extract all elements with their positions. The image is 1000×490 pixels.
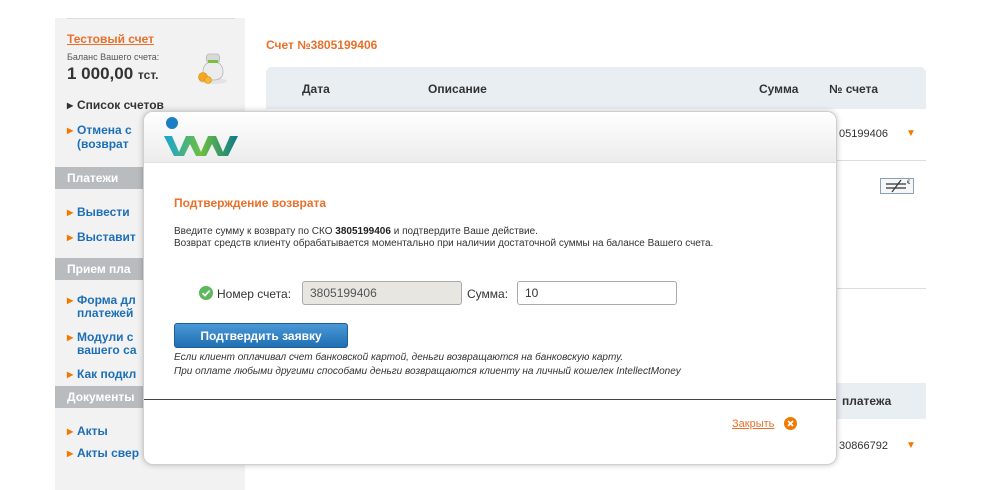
arrow-right-icon: ▶ <box>67 427 74 436</box>
refund-account-number: 3805199406 <box>335 226 391 237</box>
sidebar-item-cancel[interactable]: ▶ Отмена с <box>67 123 132 137</box>
caret-down-icon[interactable]: ▼ <box>906 128 916 139</box>
modal-description: Введите сумму к возврату по СКО 38051994… <box>174 226 714 249</box>
row2-account-number: 30866792 <box>839 440 888 452</box>
arrow-right-icon: ▶ <box>67 126 74 135</box>
account-link[interactable]: Тестовый счет <box>67 32 154 46</box>
arrow-right-icon: ▶ <box>67 449 74 458</box>
arrow-right-icon: ▶ <box>67 208 74 217</box>
sidebar-item-invoices[interactable]: ▶ Список счетов <box>67 98 164 112</box>
balance-label: Баланс Вашего счета: <box>67 52 160 62</box>
arrow-right-icon: ▶ <box>67 101 74 110</box>
modal-title: Подтверждение возврата <box>174 196 327 210</box>
arrow-right-icon: ▶ <box>67 233 74 242</box>
sidebar-top-divider <box>67 18 235 19</box>
refund-note-card: Если клиент оплачивал счет банковской ка… <box>174 352 624 363</box>
not-equal-icon[interactable]: € <box>880 178 914 194</box>
sidebar-item-acts[interactable]: ▶ Акты <box>67 424 108 438</box>
col-payment: платежа <box>842 394 892 408</box>
row-account-number: 05199406 <box>839 128 888 140</box>
sidebar-item-issue[interactable]: ▶ Выставит <box>67 230 136 244</box>
modal-header <box>144 112 836 163</box>
refund-confirm-modal: Подтверждение возврата Введите сумму к в… <box>143 111 837 465</box>
sidebar-item-cancel-line2[interactable]: (возврат <box>77 137 129 151</box>
col-date: Дата <box>302 82 330 96</box>
row-divider <box>826 288 926 289</box>
refund-note-wallet: При оплате любыми другими способами день… <box>174 366 681 377</box>
balance-currency: тст. <box>137 68 159 82</box>
arrow-right-icon: ▶ <box>67 370 74 379</box>
arrow-right-icon: ▶ <box>67 333 74 342</box>
account-number-label: Номер счета: <box>217 287 292 301</box>
table-header: Дата Описание Сумма № счета <box>266 67 926 109</box>
sidebar-item-modules[interactable]: ▶ Модули с <box>67 330 133 344</box>
sidebar-item-form-line2[interactable]: платежей <box>77 306 133 320</box>
close-circle-icon[interactable] <box>784 417 797 430</box>
close-link[interactable]: Закрыть <box>732 418 774 430</box>
money-bag-icon <box>198 53 227 84</box>
check-circle-icon <box>199 286 213 300</box>
sidebar-item-withdraw[interactable]: ▶ Вывести <box>67 205 130 219</box>
sidebar-item-howto[interactable]: ▶ Как подкл <box>67 367 136 381</box>
sidebar-item-reconciliation[interactable]: ▶ Акты свер <box>67 446 139 460</box>
invoice-title: Счет №3805199406 <box>266 38 378 52</box>
arrow-right-icon: ▶ <box>67 296 74 305</box>
modal-footer-divider <box>144 399 836 400</box>
intellectmoney-logo <box>164 117 238 156</box>
balance-amount: 1 000,00 <box>67 64 134 83</box>
col-amount: Сумма <box>759 82 799 96</box>
balance-value: 1 000,00 тст. <box>67 64 158 84</box>
col-description: Описание <box>428 82 487 96</box>
sidebar-item-form[interactable]: ▶ Форма дл <box>67 293 136 307</box>
caret-down-icon[interactable]: ▼ <box>906 440 916 451</box>
row-divider <box>826 160 926 161</box>
sum-label: Сумма: <box>467 287 509 301</box>
sum-input[interactable] <box>517 281 677 305</box>
sidebar-item-modules-line2[interactable]: вашего са <box>77 343 137 357</box>
table-header-payment: платежа <box>826 383 926 419</box>
col-account-number: № счета <box>829 82 879 96</box>
confirm-request-button[interactable]: Подтвердить заявку <box>174 323 348 348</box>
account-number-field <box>302 281 462 305</box>
